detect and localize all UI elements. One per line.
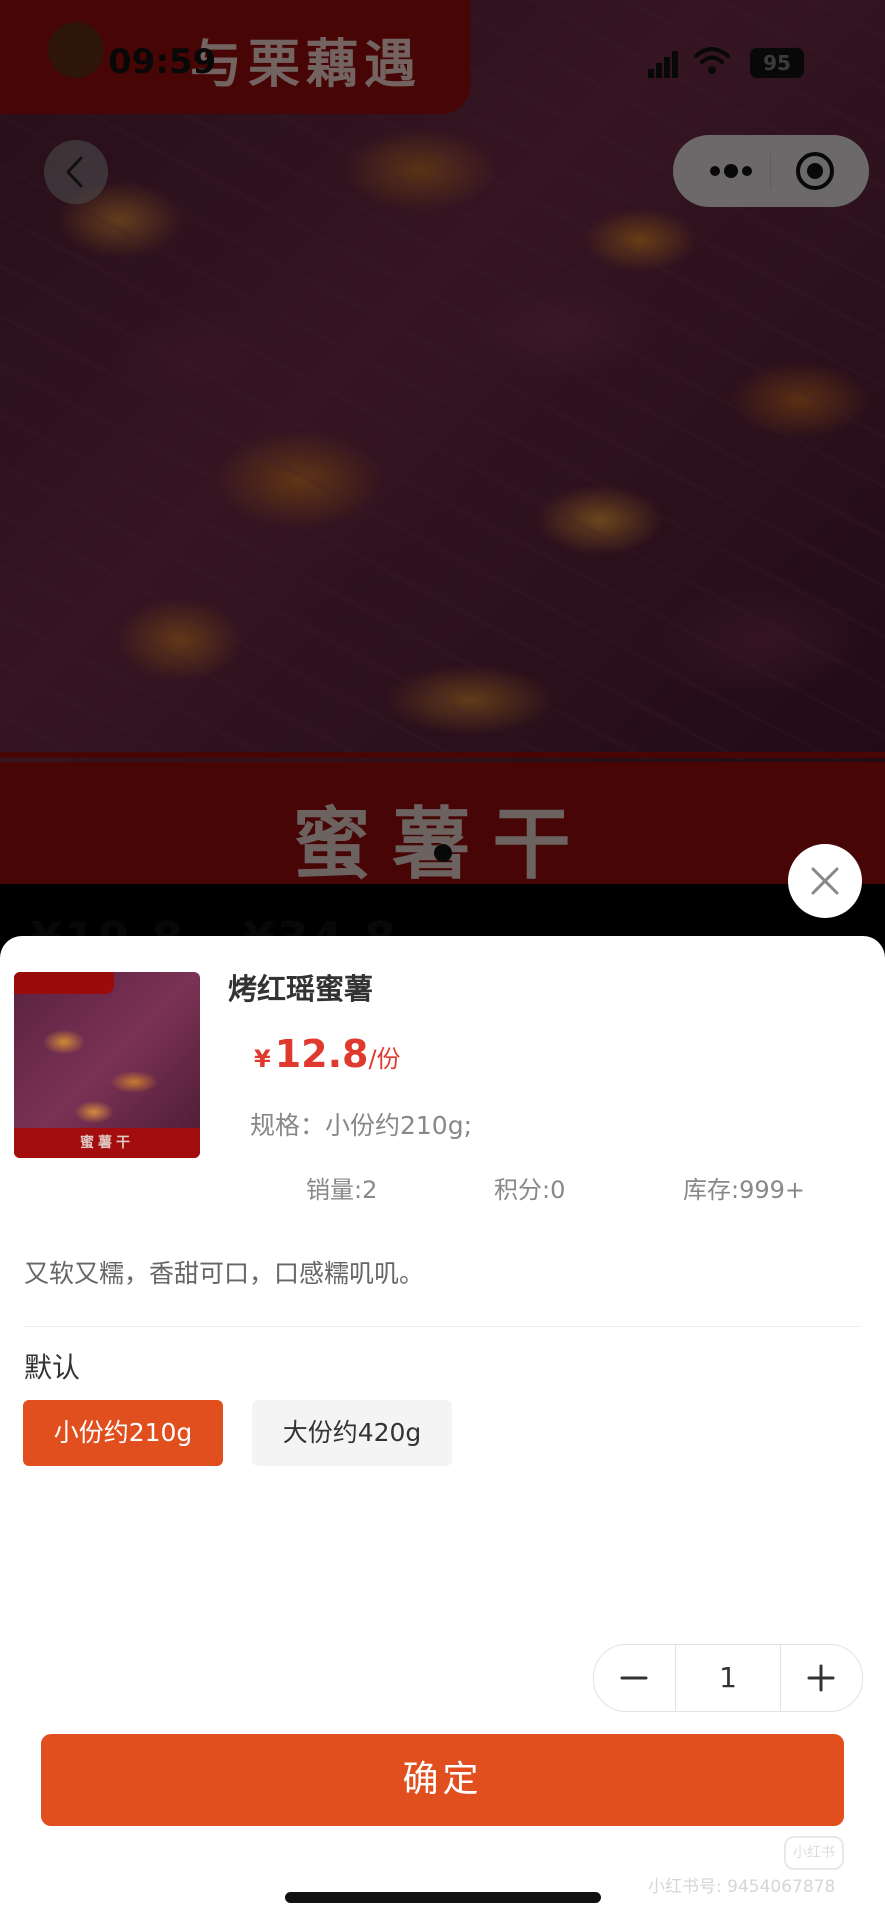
plus-icon <box>807 1664 835 1692</box>
quantity-input[interactable]: 1 <box>675 1645 781 1711</box>
option-small[interactable]: 小份约210g <box>23 1400 223 1466</box>
sales-count: 销量:2 <box>306 1176 378 1204</box>
points-value: 积分:0 <box>494 1176 566 1204</box>
close-icon <box>811 867 839 895</box>
thumbnail-caption: 蜜薯干 <box>14 1128 200 1158</box>
quantity-stepper: 1 <box>593 1644 863 1712</box>
product-description: 又软又糯，香甜可口，口感糯叽叽。 <box>24 1259 425 1288</box>
divider <box>24 1326 861 1327</box>
watermark-badge: 小红书 <box>784 1836 844 1870</box>
decrease-button[interactable] <box>594 1645 674 1711</box>
confirm-button[interactable]: 确定 <box>41 1734 844 1826</box>
close-sheet-button[interactable] <box>788 844 862 918</box>
minus-icon <box>620 1676 648 1680</box>
watermark-text: 小红书号: 9454067878 <box>648 1877 836 1897</box>
product-thumbnail: 蜜薯干 <box>14 972 200 1158</box>
stock-count: 库存:999+ <box>683 1176 806 1204</box>
option-group-label: 默认 <box>24 1351 81 1384</box>
product-price: ¥12.8/份 <box>254 1032 401 1076</box>
sku-selector-sheet: 蜜薯干 烤红瑶蜜薯 ¥12.8/份 规格：小份约210g; 销量:2 积分:0 … <box>0 936 885 1919</box>
increase-button[interactable] <box>780 1645 862 1711</box>
option-large[interactable]: 大份约420g <box>252 1400 452 1466</box>
home-indicator[interactable] <box>285 1892 601 1903</box>
product-name: 烤红瑶蜜薯 <box>228 972 374 1006</box>
product-spec: 规格：小份约210g; <box>250 1111 473 1140</box>
